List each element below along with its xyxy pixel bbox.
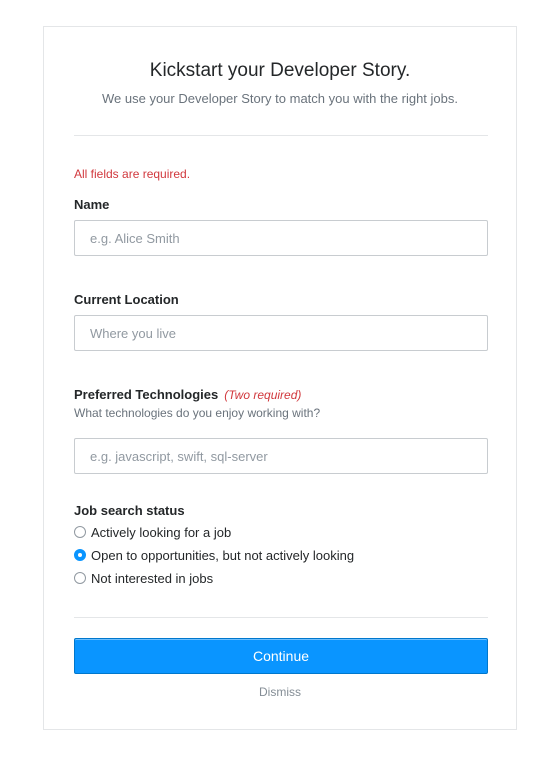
page-title: Kickstart your Developer Story. [149,60,411,81]
radio-label: Actively looking for a job [91,524,232,540]
name-label: Name [74,197,110,212]
page-subtitle: We use your Developer Story to match you… [102,91,458,106]
location-input[interactable] [74,315,488,351]
location-label: Current Location [74,292,179,307]
bottom-divider [74,617,488,618]
radio-label: Open to opportunities, but not actively … [91,547,355,563]
job-status-option-open-to-opportunities[interactable]: Open to opportunities, but not actively … [74,546,354,564]
job-status-option-actively-looking[interactable]: Actively looking for a job [74,523,231,541]
radio-actively-looking[interactable] [74,526,86,538]
job-status-option-not-interested[interactable]: Not interested in jobs [74,569,213,587]
technologies-help-text: What technologies do you enjoy working w… [74,406,321,420]
job-status-label: Job search status [74,503,185,518]
required-fields-note: All fields are required. [74,167,191,181]
technologies-label: Preferred Technologies (Two required) [74,387,301,402]
name-input[interactable] [74,220,488,256]
continue-button[interactable]: Continue [74,638,488,674]
dismiss-link[interactable]: Dismiss [44,685,516,699]
developer-story-card: Kickstart your Developer Story. We use y… [43,26,517,730]
technologies-label-text: Preferred Technologies [74,387,219,402]
radio-open-to-opportunities[interactable] [74,549,86,561]
technologies-input[interactable] [74,438,488,474]
radio-label: Not interested in jobs [91,570,214,586]
radio-not-interested[interactable] [74,572,86,584]
top-divider [74,135,488,136]
technologies-required-note: (Two required) [224,388,302,402]
